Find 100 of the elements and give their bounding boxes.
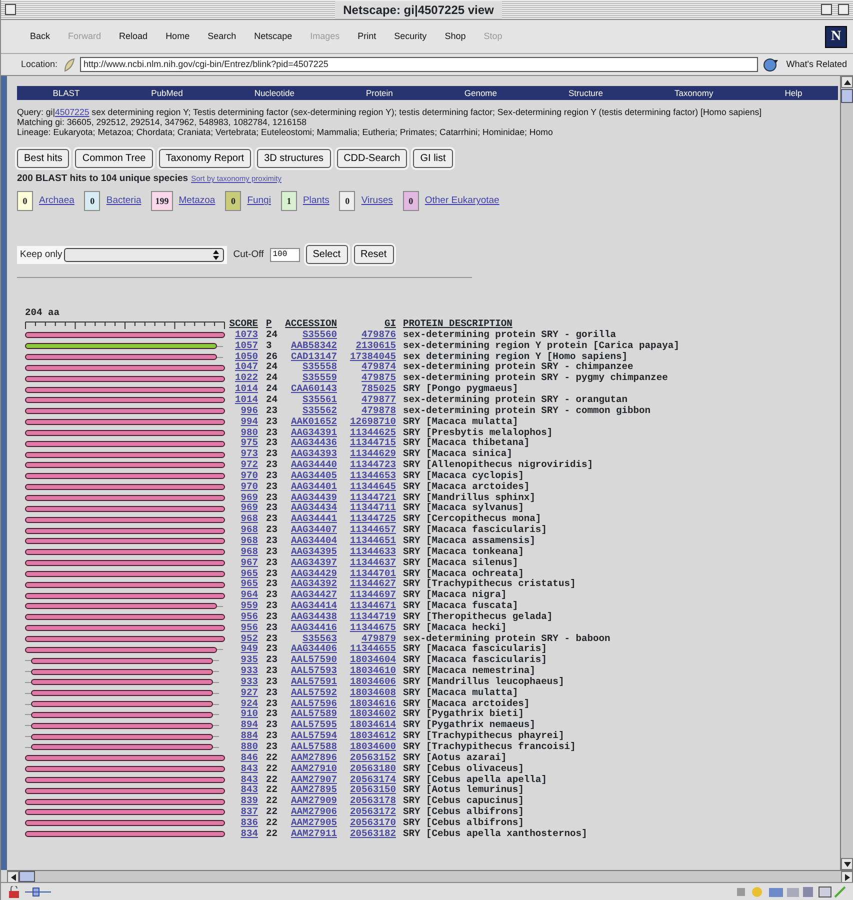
gi-link[interactable]: 11344725 [350,513,396,524]
group-link[interactable]: Metazoa [178,194,216,208]
toolbar-button[interactable]: Search [198,30,246,44]
accession-link[interactable]: AAM27907 [290,774,337,785]
accession-link[interactable]: AAL57588 [290,741,337,752]
nav-link[interactable]: Protein [366,86,393,100]
score-link[interactable]: 1073 [234,328,258,340]
gi-link[interactable]: 479877 [361,394,396,405]
alignment-bar[interactable] [25,798,225,805]
accession-link[interactable]: S35562 [302,404,337,416]
accession-link[interactable]: AAM27909 [290,795,337,806]
score-link[interactable]: 980 [240,426,258,438]
gi-link[interactable]: 17384045 [350,350,396,362]
accession-link[interactable]: S35560 [302,328,337,340]
alignment-bar[interactable] [25,452,225,458]
score-link[interactable]: 834 [240,828,258,839]
gi-link[interactable]: 20563152 [350,752,396,763]
score-link[interactable]: 965 [240,578,258,590]
gi-link[interactable]: 18034600 [350,741,396,752]
score-link[interactable]: 969 [240,502,258,514]
nav-link[interactable]: Genome [464,86,497,100]
score-link[interactable]: 843 [240,762,258,774]
action-button[interactable]: 3D structures [257,149,331,168]
nav-link[interactable]: Taxonomy [674,86,714,100]
accession-link[interactable]: AAG34397 [290,556,337,568]
nav-link[interactable]: Nucleotide [254,86,294,100]
accession-link[interactable]: S35563 [302,632,337,644]
alignment-bar[interactable] [25,462,225,468]
toolbar-button[interactable]: Security [385,30,436,44]
alignment-bar[interactable] [25,560,225,566]
alignment-bar[interactable] [25,788,225,794]
accession-link[interactable]: AAG34416 [290,622,337,633]
vertical-scrollbar[interactable] [840,76,853,870]
scroll-thumb[interactable] [841,89,853,103]
accession-link[interactable]: AAG34440 [290,459,337,470]
score-link[interactable]: 933 [240,676,258,687]
score-link[interactable]: 952 [240,632,258,644]
score-link[interactable]: 935 [240,654,258,666]
alignment-bar[interactable] [25,831,225,838]
score-link[interactable]: 836 [240,816,258,828]
toolbar-button[interactable]: Reload [110,30,157,44]
toolbar-button[interactable]: Netscape [245,30,302,44]
gi-link[interactable]: 18034604 [350,654,396,666]
gi-link[interactable]: 479874 [361,361,396,372]
accession-link[interactable]: AAG34405 [290,470,337,481]
up-arrow-icon[interactable] [844,80,850,84]
alignment-bar[interactable] [31,658,213,664]
left-arrow-icon[interactable] [10,874,16,880]
accession-link[interactable]: AAG34429 [290,568,337,578]
gi-link[interactable]: 20563150 [350,784,396,796]
score-link[interactable]: 967 [240,556,258,568]
action-button[interactable]: Common Tree [75,149,153,168]
accession-link[interactable]: AAL57594 [290,730,337,742]
accession-link[interactable]: AAG34395 [290,546,337,557]
score-link[interactable]: 970 [240,470,258,481]
alignment-bar[interactable] [31,744,213,750]
score-link[interactable]: 968 [240,546,258,557]
alignment-bar[interactable] [25,343,217,350]
action-button[interactable]: GI list [413,149,453,168]
gi-link[interactable]: 11344633 [350,546,396,557]
alignment-bar[interactable] [25,528,225,534]
gi-link[interactable]: 12698710 [350,416,396,427]
alignment-bar[interactable] [25,549,225,556]
alignment-bar[interactable] [25,766,225,772]
accession-link[interactable]: AAG34392 [290,578,337,590]
accession-link[interactable]: AAK01652 [290,416,337,427]
score-link[interactable]: 972 [240,459,258,470]
alignment-bar[interactable] [31,722,213,729]
accession-link[interactable]: AAM27910 [290,762,337,774]
alignment-bar[interactable] [31,668,213,675]
alignment-bar[interactable] [25,332,225,338]
alignment-bar[interactable] [25,592,225,599]
gi-link[interactable]: 11344671 [350,600,396,612]
alignment-bar[interactable] [25,364,225,371]
filter-button[interactable]: Reset [354,245,394,264]
gi-link[interactable]: 18034610 [350,665,396,676]
gi-link[interactable]: 11344675 [350,622,396,633]
component-bar-drawing[interactable] [737,884,847,898]
plug-icon[interactable] [25,886,51,896]
accession-link[interactable]: AAL57596 [290,698,337,709]
gi-link[interactable]: 11344625 [350,426,396,438]
alignment-bar[interactable] [25,820,225,826]
right-arrow-icon[interactable] [844,874,850,880]
accession-link[interactable]: AAG34438 [290,610,337,622]
accession-link[interactable]: AAB58342 [290,340,337,351]
gi-link[interactable]: 479878 [361,404,396,416]
accession-link[interactable]: AAG34414 [290,600,337,612]
gi-link[interactable]: 479876 [361,328,396,340]
score-link[interactable]: 839 [240,795,258,806]
gi-link[interactable]: 11344627 [350,578,396,590]
accession-link[interactable]: AAG34391 [290,426,337,438]
cutoff-field[interactable]: 100 [270,248,300,262]
gi-link[interactable]: 18034614 [350,719,396,730]
gi-link[interactable]: 11344697 [350,589,396,600]
score-link[interactable]: 973 [240,448,258,460]
alignment-bar[interactable] [31,701,213,708]
collapse-box[interactable] [838,4,849,15]
alignment-bar[interactable] [25,354,217,360]
gi-link[interactable]: 11344655 [350,643,396,654]
group-link[interactable]: Fungi [247,194,271,208]
